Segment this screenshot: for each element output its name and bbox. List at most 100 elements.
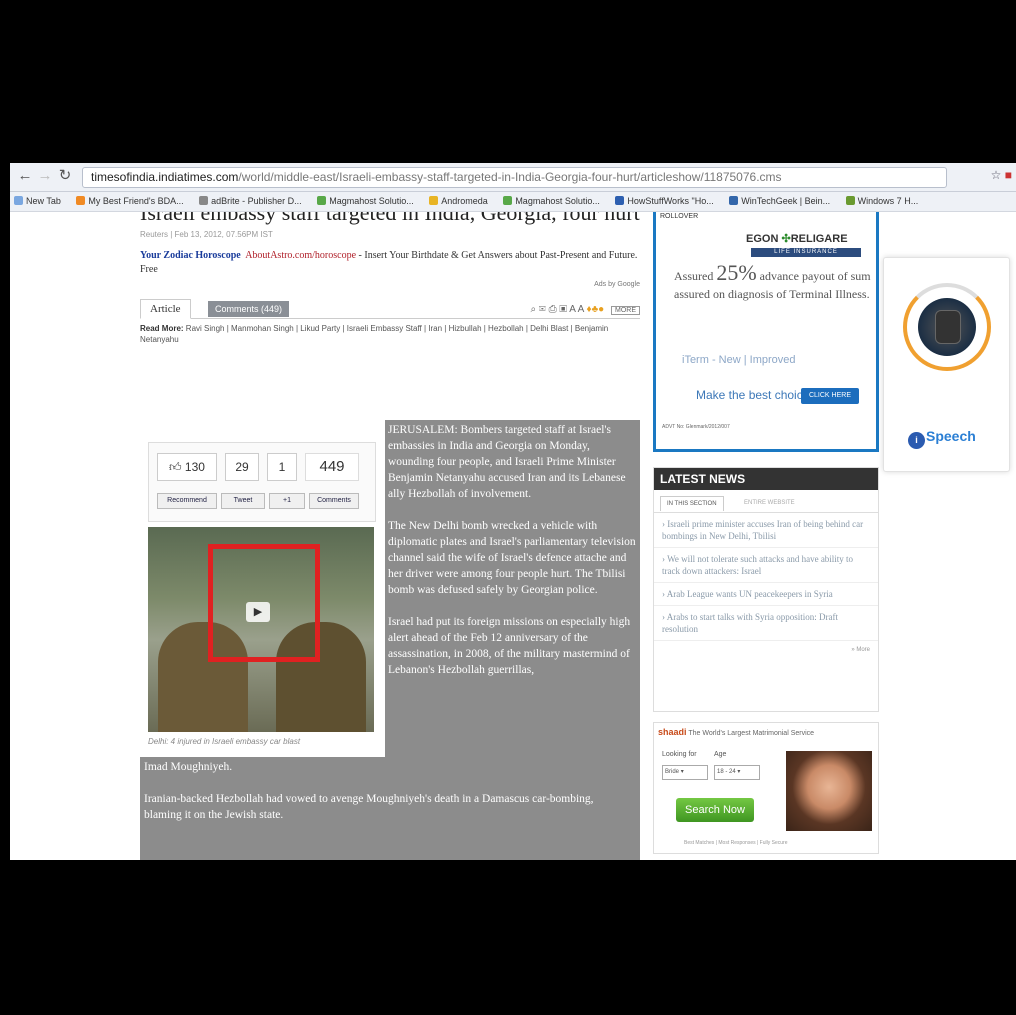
ad-url-link[interactable]: AboutAstro.com/horoscope bbox=[245, 250, 356, 261]
age-select[interactable]: 18 - 24 ▾ bbox=[714, 765, 760, 780]
share-box: 👍︎ 130 29 1 449 Recommend Tweet +1 Comme… bbox=[148, 442, 376, 522]
address-bar-row: ← → ↻ timesofindia.indiatimes.com/world/… bbox=[10, 163, 1016, 192]
tab-comments[interactable]: Comments (449) bbox=[208, 301, 290, 317]
tab-article[interactable]: Article bbox=[140, 299, 191, 319]
reload-icon[interactable]: ↻ bbox=[56, 167, 74, 185]
ads-by-google[interactable]: Ads by Google bbox=[140, 281, 640, 288]
model-photo bbox=[786, 751, 872, 831]
speech-extension-popup: i Speech bbox=[883, 257, 1010, 472]
url-path: /world/middle-east/Israeli-embassy-staff… bbox=[238, 170, 782, 184]
tab-entire-website[interactable]: ENTIRE WEBSITE bbox=[744, 500, 795, 506]
shaadi-ad[interactable]: shaadi The World's Largest Matrimonial S… bbox=[653, 722, 879, 854]
ad-product-line: iTerm - New | Improved bbox=[682, 354, 796, 366]
star-icon bbox=[429, 196, 439, 205]
leaf-icon bbox=[317, 196, 327, 205]
page-icon bbox=[14, 196, 23, 205]
save-icon[interactable]: ▣ bbox=[559, 304, 567, 315]
shaadi-header: shaadi The World's Largest Matrimonial S… bbox=[658, 727, 815, 737]
speech-icon: i bbox=[908, 432, 925, 449]
paragraph: Imad Moughniyeh. bbox=[144, 761, 233, 773]
facebook-recommend-button[interactable]: Recommend bbox=[157, 493, 217, 509]
speak-button[interactable] bbox=[935, 310, 961, 344]
life-insurance-bar: LIFE INSURANCE bbox=[751, 248, 861, 257]
news-link[interactable]: › Arab League wants UN peacekeepers in S… bbox=[654, 583, 878, 606]
font-size-icon[interactable]: A A bbox=[569, 304, 583, 315]
video-thumbnail[interactable]: ▶ bbox=[148, 527, 374, 732]
page-icon bbox=[199, 196, 209, 205]
article-tools: ⌕ ✉ ⎙ ▣ A A ♦♣● MORE bbox=[531, 304, 640, 315]
bookmark-item[interactable]: My Best Friend's BDA... bbox=[76, 196, 184, 206]
bookmark-item[interactable]: Andromeda bbox=[429, 196, 488, 206]
search-icon[interactable]: ⌕ bbox=[531, 304, 537, 315]
read-more-links: Read More: Ravi Singh | Manmohan Singh |… bbox=[140, 323, 640, 345]
click-here-button[interactable]: CLICK HERE bbox=[801, 388, 859, 404]
toolbar-icons: ☆ ■ bbox=[991, 168, 1012, 182]
read-more-tags[interactable]: Ravi Singh | Manmohan Singh | Likud Part… bbox=[140, 324, 608, 344]
latest-news-tabs: IN THIS SECTION ENTIRE WEBSITE bbox=[654, 490, 878, 513]
bookmark-item[interactable]: adBrite - Publisher D... bbox=[199, 196, 302, 206]
bookmark-item[interactable]: WinTechGeek | Bein... bbox=[729, 196, 830, 206]
google-text-ad: Your Zodiac Horoscope AboutAstro.com/hor… bbox=[140, 249, 640, 277]
play-icon[interactable]: ▶ bbox=[246, 602, 270, 622]
blogger-icon bbox=[76, 196, 86, 205]
forward-arrow-icon[interactable]: → bbox=[36, 167, 54, 185]
looking-for-select[interactable]: Bride ▾ bbox=[662, 765, 708, 780]
print-icon[interactable]: ⎙ bbox=[549, 304, 557, 315]
latest-news-heading: LATEST NEWS bbox=[654, 468, 878, 490]
news-link[interactable]: › We will not tolerate such attacks and … bbox=[654, 548, 878, 583]
url-field[interactable]: timesofindia.indiatimes.com/world/middle… bbox=[82, 167, 947, 188]
ad-title-link[interactable]: Your Zodiac Horoscope bbox=[140, 250, 241, 261]
bookmarks-bar: New Tab My Best Friend's BDA... adBrite … bbox=[10, 192, 1016, 212]
url-host: timesofindia.indiatimes.com bbox=[91, 170, 239, 184]
comments-button[interactable]: Comments bbox=[309, 493, 359, 509]
news-link[interactable]: › Israeli prime minister accuses Iran of… bbox=[654, 513, 878, 548]
speech-logo: i Speech bbox=[908, 428, 976, 449]
ad-headline: Assured 25% advance payout of sum assure… bbox=[674, 260, 871, 302]
article-column: Israeli embassy staff targeted in India,… bbox=[140, 212, 640, 860]
looking-for-label: Looking for bbox=[662, 751, 697, 758]
bookmark-item[interactable]: New Tab bbox=[14, 196, 61, 206]
bookmark-item[interactable]: Magmahost Solutio... bbox=[317, 196, 414, 206]
like-count: 👍︎ 130 bbox=[157, 453, 217, 481]
read-more-label: Read More: bbox=[140, 324, 184, 333]
bookmark-item[interactable]: Windows 7 H... bbox=[845, 196, 918, 206]
paragraph: The New Delhi bomb wrecked a vehicle wit… bbox=[388, 520, 636, 596]
tweet-button[interactable]: Tweet bbox=[221, 493, 265, 509]
page-icon bbox=[845, 196, 855, 205]
age-label: Age bbox=[714, 751, 727, 758]
plusone-count: 1 bbox=[267, 453, 297, 481]
paragraph: Iranian-backed Hezbollah had vowed to av… bbox=[144, 793, 594, 821]
ad-logos: EGON ✣RELIGARE bbox=[746, 233, 848, 245]
ad-tagline: Make the best choice bbox=[696, 388, 810, 402]
religare-ad[interactable]: ROLLOVER EGON ✣RELIGARE LIFE INSURANCE A… bbox=[653, 212, 879, 452]
article-title: Israeli embassy staff targeted in India,… bbox=[140, 212, 640, 225]
tweet-count: 29 bbox=[225, 453, 259, 481]
article-byline: Reuters | Feb 13, 2012, 07.56PM IST bbox=[140, 230, 273, 239]
page-icon bbox=[615, 196, 625, 205]
leaf-icon bbox=[503, 196, 513, 205]
bookmark-item[interactable]: Magmahost Solutio... bbox=[503, 196, 600, 206]
bookmark-item[interactable]: HowStuffWorks "Ho... bbox=[615, 196, 714, 206]
chevron-down-icon: ▾ bbox=[680, 769, 684, 775]
video-caption: Delhi: 4 injured in Israeli embassy car … bbox=[148, 737, 301, 746]
chevron-down-icon: ▾ bbox=[737, 769, 741, 775]
article-body-full: Imad Moughniyeh. Iranian-backed Hezbolla… bbox=[144, 759, 634, 823]
back-arrow-icon[interactable]: ← bbox=[16, 167, 34, 185]
extension-icon[interactable]: ■ bbox=[1005, 168, 1012, 182]
thumbs-up-icon: 👍︎ bbox=[169, 460, 182, 474]
right-sidebar: ROLLOVER EGON ✣RELIGARE LIFE INSURANCE A… bbox=[653, 212, 879, 860]
clover-icon: ✣ bbox=[781, 233, 791, 245]
plusone-button[interactable]: +1 bbox=[269, 493, 305, 509]
news-link[interactable]: › Arabs to start talks with Syria opposi… bbox=[654, 606, 878, 641]
search-now-button[interactable]: Search Now bbox=[676, 798, 754, 822]
browser-window: ← → ↻ timesofindia.indiatimes.com/world/… bbox=[10, 163, 1016, 860]
star-icon[interactable]: ☆ bbox=[991, 168, 1002, 182]
ad-rollover-label: ROLLOVER bbox=[660, 213, 699, 220]
comment-count: 449 bbox=[305, 453, 359, 481]
paragraph: JERUSALEM: Bombers targeted staff at Isr… bbox=[388, 424, 626, 500]
share-icons[interactable]: ♦♣● bbox=[587, 304, 605, 315]
more-dropdown[interactable]: MORE bbox=[611, 306, 640, 315]
more-news-link[interactable]: » More bbox=[654, 641, 878, 659]
tab-in-this-section[interactable]: IN THIS SECTION bbox=[660, 496, 724, 511]
email-icon[interactable]: ✉ bbox=[539, 304, 546, 315]
